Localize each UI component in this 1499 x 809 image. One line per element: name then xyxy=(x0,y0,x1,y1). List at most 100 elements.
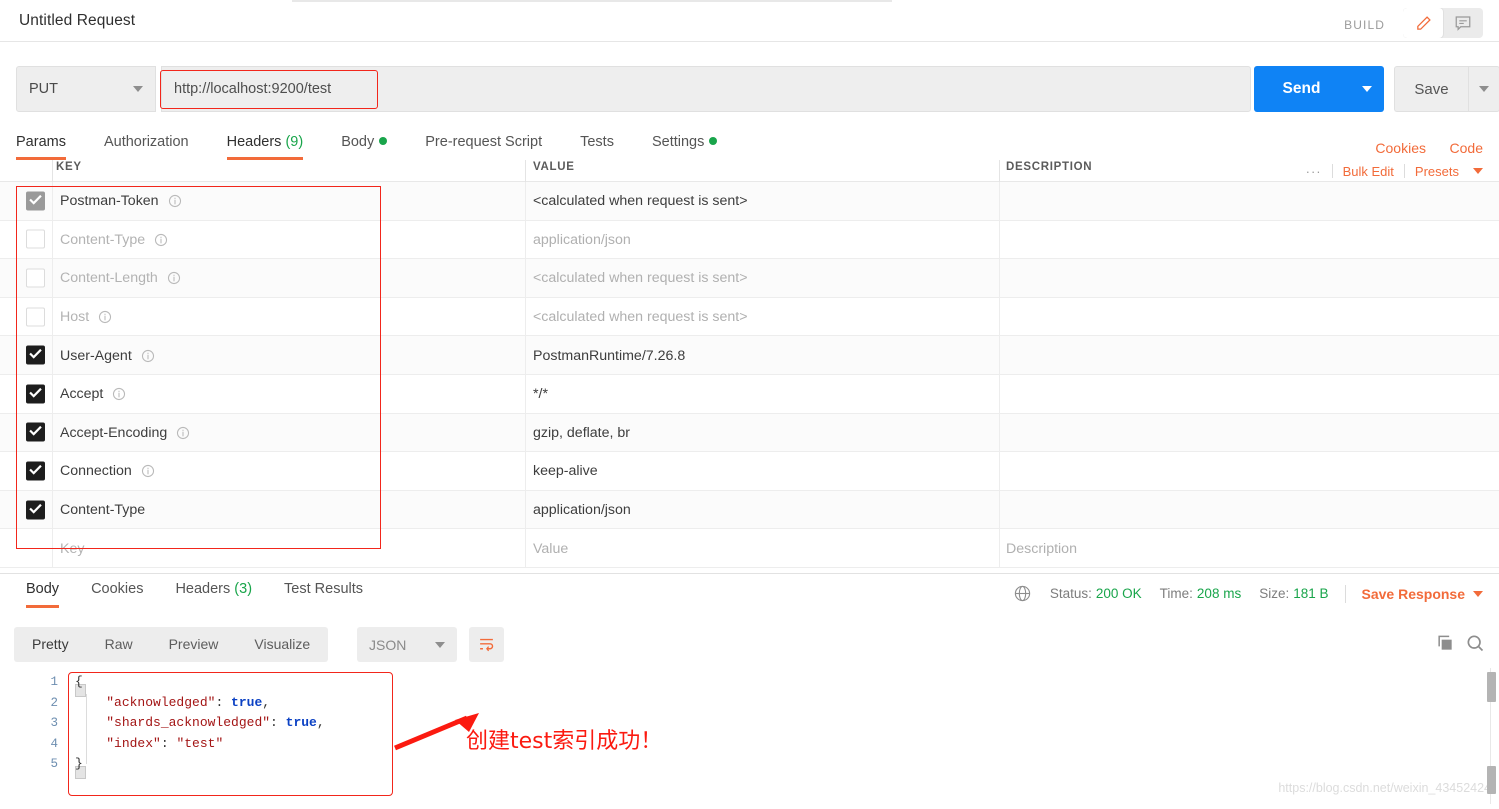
more-options-button[interactable]: ··· xyxy=(1296,164,1332,179)
header-key-cell[interactable]: User-Agent xyxy=(60,336,155,375)
search-response-button[interactable] xyxy=(1465,633,1485,658)
response-language-select[interactable]: JSON xyxy=(357,627,457,662)
header-key-cell[interactable]: Content-Length xyxy=(60,259,181,298)
copy-response-button[interactable] xyxy=(1435,633,1455,658)
header-enabled-checkbox[interactable] xyxy=(26,384,45,404)
table-row[interactable]: Content-Type application/json xyxy=(0,220,1499,260)
save-response-button[interactable]: Save Response xyxy=(1362,586,1466,602)
tab-label: Body xyxy=(341,134,375,150)
cookies-link[interactable]: Cookies xyxy=(1375,140,1426,156)
header-key-cell[interactable]: Postman-Token xyxy=(60,182,182,221)
table-row[interactable]: Accept */* xyxy=(0,375,1499,414)
info-icon xyxy=(154,233,168,247)
response-scrollbar-thumb[interactable] xyxy=(1487,672,1496,702)
table-row[interactable]: Host <calculated when request is sent> xyxy=(0,297,1499,337)
header-value-cell[interactable]: PostmanRuntime/7.26.8 xyxy=(533,336,685,375)
header-key-text: Content-Type xyxy=(60,231,146,248)
header-value-cell[interactable]: gzip, deflate, br xyxy=(533,414,630,453)
header-enabled-checkbox[interactable] xyxy=(26,191,45,211)
tab-headers[interactable]: Headers (9) xyxy=(226,134,303,160)
header-key-cell[interactable]: Accept-Encoding xyxy=(60,414,190,453)
header-key-cell[interactable]: Content-Type xyxy=(60,221,168,260)
header-key-cell[interactable]: Accept xyxy=(60,375,126,414)
response-tab-headers[interactable]: Headers (3) xyxy=(175,581,252,608)
header-value-cell[interactable]: application/json xyxy=(533,221,631,260)
new-header-value-cell[interactable]: Value xyxy=(533,529,568,568)
send-button[interactable]: Send xyxy=(1254,66,1349,112)
table-row[interactable]: Content-Type application/json xyxy=(0,490,1499,530)
chevron-down-icon xyxy=(1479,86,1489,92)
tab-label: Headers xyxy=(175,581,231,597)
new-header-key-cell[interactable]: Key xyxy=(60,529,84,568)
table-row-new[interactable]: Key Value Description xyxy=(0,529,1499,568)
header-enabled-checkbox[interactable] xyxy=(26,307,45,327)
header-enabled-checkbox[interactable] xyxy=(26,422,45,442)
header-enabled-checkbox[interactable] xyxy=(26,345,45,365)
header-key-cell[interactable]: Host xyxy=(60,298,112,337)
header-key-cell[interactable]: Connection xyxy=(60,452,155,491)
edit-mode-button[interactable] xyxy=(1403,8,1443,38)
time-group: Time: 208 ms xyxy=(1160,586,1242,601)
table-row[interactable]: User-Agent PostmanRuntime/7.26.8 xyxy=(0,336,1499,375)
chevron-down-icon xyxy=(1473,590,1483,597)
line-number: 5 xyxy=(50,757,58,771)
tab-settings[interactable]: Settings xyxy=(652,134,718,160)
format-pretty-button[interactable]: Pretty xyxy=(14,627,87,662)
format-visualize-button[interactable]: Visualize xyxy=(236,627,328,662)
response-tab-test-results[interactable]: Test Results xyxy=(284,581,363,608)
url-input[interactable]: http://localhost:9200/test xyxy=(161,66,1251,112)
presets-button[interactable]: Presets xyxy=(1405,164,1469,179)
annotation-text: 创建test索引成功！ xyxy=(466,729,663,754)
modified-dot-icon xyxy=(709,137,718,145)
line-number: 3 xyxy=(50,716,58,730)
table-row[interactable]: Content-Length <calculated when request i… xyxy=(0,259,1499,298)
header-key-text: User-Agent xyxy=(60,347,132,364)
format-raw-button[interactable]: Raw xyxy=(87,627,151,662)
tab-params[interactable]: Params xyxy=(16,134,66,160)
header-enabled-checkbox[interactable] xyxy=(26,500,45,520)
tab-label: Authorization xyxy=(103,134,189,150)
tab-tests[interactable]: Tests xyxy=(580,134,614,160)
tab-pre-request-script[interactable]: Pre-request Script xyxy=(425,134,542,160)
header-key-text: Accept-Encoding xyxy=(60,424,168,441)
response-tab-cookies[interactable]: Cookies xyxy=(91,581,143,608)
header-value-cell[interactable]: keep-alive xyxy=(533,452,598,491)
tab-strip-remnant xyxy=(292,0,892,2)
header-value-cell[interactable]: <calculated when request is sent> xyxy=(533,182,748,221)
new-header-description-cell[interactable]: Description xyxy=(1006,529,1077,568)
header-value-cell[interactable]: <calculated when request is sent> xyxy=(533,259,748,298)
comment-mode-button[interactable] xyxy=(1443,8,1483,38)
info-icon xyxy=(167,271,181,285)
table-row[interactable]: Accept-Encoding gzip, deflate, br xyxy=(0,413,1499,453)
mode-toggle-group xyxy=(1403,8,1483,38)
bulk-edit-button[interactable]: Bulk Edit xyxy=(1333,164,1404,179)
header-enabled-checkbox[interactable] xyxy=(26,461,45,481)
header-value-text: */* xyxy=(533,386,548,403)
header-value-text: keep-alive xyxy=(533,463,598,480)
tab-authorization[interactable]: Authorization xyxy=(104,134,189,160)
header-key-cell[interactable]: Content-Type xyxy=(60,491,145,530)
header-key-text: Connection xyxy=(60,463,132,480)
header-enabled-checkbox[interactable] xyxy=(26,229,45,249)
response-scrollbar-thumb-secondary[interactable] xyxy=(1487,766,1496,794)
tab-badge: (3) xyxy=(234,581,253,597)
header-value-cell[interactable]: <calculated when request is sent> xyxy=(533,298,748,337)
format-preview-button[interactable]: Preview xyxy=(151,627,237,662)
send-options-button[interactable] xyxy=(1349,66,1384,112)
save-button[interactable]: Save xyxy=(1394,66,1468,112)
column-header-key: KEY xyxy=(56,161,82,173)
header-enabled-checkbox[interactable] xyxy=(26,268,45,288)
word-wrap-button[interactable] xyxy=(469,627,504,662)
header-value-cell[interactable]: application/json xyxy=(533,491,631,530)
table-row[interactable]: Postman-Token <calculated when request is… xyxy=(0,182,1499,221)
info-icon xyxy=(176,426,190,440)
tab-body[interactable]: Body xyxy=(341,134,388,160)
method-select[interactable]: PUT xyxy=(16,66,156,112)
code-link[interactable]: Code xyxy=(1450,140,1483,156)
header-value-cell[interactable]: */* xyxy=(533,375,548,414)
watermark: https://blog.csdn.net/weixin_43452424 xyxy=(1278,781,1491,795)
save-options-button[interactable] xyxy=(1468,66,1499,112)
response-tab-body[interactable]: Body xyxy=(26,581,60,608)
header-value-text: <calculated when request is sent> xyxy=(533,309,748,326)
table-row[interactable]: Connection keep-alive xyxy=(0,452,1499,491)
